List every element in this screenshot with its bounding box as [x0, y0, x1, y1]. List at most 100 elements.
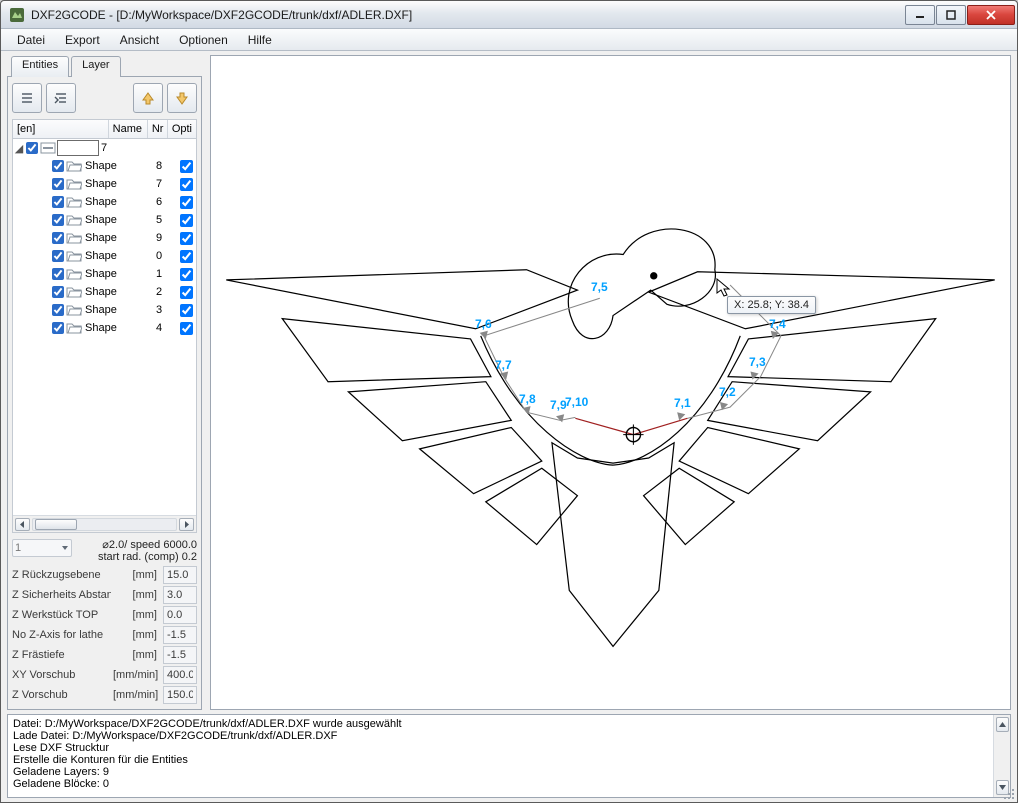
tree-item-opti-checkbox[interactable]	[180, 286, 193, 299]
vscroll-up-icon[interactable]	[996, 717, 1009, 732]
tree-item-opti-checkbox[interactable]	[180, 160, 193, 173]
minimize-button[interactable]	[905, 5, 935, 25]
param-input[interactable]	[163, 606, 197, 624]
tree-item-checkbox[interactable]	[52, 196, 64, 208]
tool-info-line1: ⌀2.0/ speed 6000.0	[76, 539, 197, 551]
tree-header-opti[interactable]: Opti	[168, 120, 196, 138]
tree-row[interactable]: Shape1	[13, 265, 196, 283]
tree-item-opti-checkbox[interactable]	[180, 178, 193, 191]
collapse-icon[interactable]: ◢	[13, 142, 25, 155]
coord-tooltip: X: 25.8; Y: 38.4	[727, 296, 816, 314]
tree-item-opti-checkbox[interactable]	[180, 214, 193, 227]
resize-grip-icon[interactable]	[1002, 787, 1016, 801]
tree-row[interactable]: Shape4	[13, 319, 196, 337]
param-input[interactable]	[163, 566, 197, 584]
folder-open-icon	[66, 213, 82, 227]
layer-icon	[39, 142, 57, 154]
tree-item-nr: 5	[156, 214, 176, 226]
log-vscrollbar[interactable]	[993, 715, 1010, 797]
param-row: Z Rückzugsebene[mm]	[12, 565, 197, 585]
tree-item-checkbox[interactable]	[52, 160, 64, 172]
param-row: No Z-Axis for lathe[mm]	[12, 625, 197, 645]
tree-row[interactable]: Shape9	[13, 229, 196, 247]
folder-open-icon	[66, 267, 82, 281]
tab-layer[interactable]: Layer	[71, 56, 121, 77]
tree-item-nr: 2	[156, 286, 176, 298]
param-row: XY Vorschub[mm/min]	[12, 665, 197, 685]
tree-header-name[interactable]: Name	[109, 120, 148, 138]
tree-item-nr: 3	[156, 304, 176, 316]
tree-item-checkbox[interactable]	[52, 304, 64, 316]
tree-row[interactable]: Shape0	[13, 247, 196, 265]
menu-export[interactable]: Export	[55, 29, 110, 50]
tree-root-checkbox[interactable]	[26, 142, 38, 154]
param-input[interactable]	[163, 646, 197, 664]
tree-item-checkbox[interactable]	[52, 232, 64, 244]
tree-item-opti-checkbox[interactable]	[180, 322, 193, 335]
menu-help[interactable]: Hilfe	[238, 29, 282, 50]
param-input[interactable]	[163, 686, 197, 704]
log-text: Datei: D:/MyWorkspace/DXF2GCODE/trunk/dx…	[8, 715, 993, 797]
tree-row[interactable]: Shape6	[13, 193, 196, 211]
tree-row[interactable]: Shape5	[13, 211, 196, 229]
param-input[interactable]	[163, 666, 197, 684]
tree-item-nr: 0	[156, 250, 176, 262]
toolbar-list-icon[interactable]	[12, 83, 42, 113]
param-label: Z Rückzugsebene	[12, 569, 111, 581]
tree-item-checkbox[interactable]	[52, 322, 64, 334]
tree-item-name: Shape	[83, 268, 156, 280]
tree-row[interactable]: Shape2	[13, 283, 196, 301]
window-title: DXF2GCODE - [D:/MyWorkspace/DXF2GCODE/tr…	[31, 8, 904, 22]
tool-combo[interactable]: 1	[12, 539, 72, 557]
tree-item-nr: 9	[156, 232, 176, 244]
folder-open-icon	[66, 177, 82, 191]
tree-item-name: Shape	[83, 322, 156, 334]
chevron-down-icon	[61, 544, 69, 552]
drawing-canvas[interactable]: 7,57,67,77,87,97,107,17,27,37,4 X: 25.8;…	[210, 55, 1011, 710]
tree-row[interactable]: Shape7	[13, 175, 196, 193]
menu-file[interactable]: Datei	[7, 29, 55, 50]
tree-item-opti-checkbox[interactable]	[180, 196, 193, 209]
tree-item-checkbox[interactable]	[52, 286, 64, 298]
toolbar-down-icon[interactable]	[167, 83, 197, 113]
param-unit: [mm]	[113, 589, 161, 601]
menu-options[interactable]: Optionen	[169, 29, 238, 50]
tree-header-nr[interactable]: Nr	[148, 120, 168, 138]
tree-row[interactable]: Shape3	[13, 301, 196, 319]
log-panel: Datei: D:/MyWorkspace/DXF2GCODE/trunk/dx…	[7, 714, 1011, 798]
tree-item-checkbox[interactable]	[52, 250, 64, 262]
hscroll-thumb[interactable]	[35, 519, 77, 530]
tree-item-checkbox[interactable]	[52, 178, 64, 190]
toolbar-up-icon[interactable]	[133, 83, 163, 113]
hscroll-left-icon[interactable]	[15, 518, 30, 531]
titlebar: DXF2GCODE - [D:/MyWorkspace/DXF2GCODE/tr…	[1, 1, 1017, 29]
tree-item-opti-checkbox[interactable]	[180, 232, 193, 245]
menubar: Datei Export Ansicht Optionen Hilfe	[1, 29, 1017, 51]
tree-hscrollbar[interactable]	[13, 515, 196, 532]
hscroll-right-icon[interactable]	[179, 518, 194, 531]
tree-header-en[interactable]: [en]	[13, 120, 109, 138]
tree-root-edit[interactable]	[57, 140, 99, 156]
param-row: Z Frästiefe[mm]	[12, 645, 197, 665]
tree-item-opti-checkbox[interactable]	[180, 304, 193, 317]
param-unit: [mm]	[113, 649, 161, 661]
tree-root-row[interactable]: ◢7	[13, 139, 196, 157]
toolbar-indent-icon[interactable]	[46, 83, 76, 113]
tree-item-checkbox[interactable]	[52, 268, 64, 280]
maximize-button[interactable]	[936, 5, 966, 25]
param-unit: [mm/min]	[113, 669, 161, 681]
tab-entities[interactable]: Entities	[11, 56, 69, 77]
tree-item-checkbox[interactable]	[52, 214, 64, 226]
param-input[interactable]	[163, 586, 197, 604]
side-tabs: Entities Layer	[7, 55, 202, 76]
param-label: Z Sicherheits Abstand	[12, 589, 111, 601]
tree-row[interactable]: Shape8	[13, 157, 196, 175]
param-label: Z Vorschub	[12, 689, 111, 701]
param-input[interactable]	[163, 626, 197, 644]
close-button[interactable]	[967, 5, 1015, 25]
param-label: XY Vorschub	[12, 669, 111, 681]
tree-item-opti-checkbox[interactable]	[180, 250, 193, 263]
menu-view[interactable]: Ansicht	[110, 29, 169, 50]
tree-item-opti-checkbox[interactable]	[180, 268, 193, 281]
param-label: No Z-Axis for lathe	[12, 629, 111, 641]
